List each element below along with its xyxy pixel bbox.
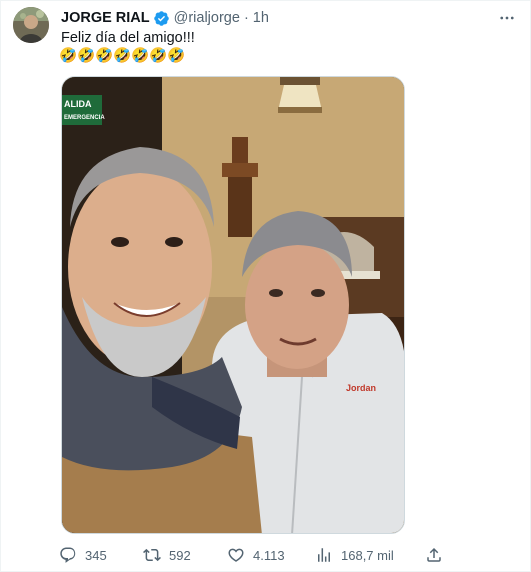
retweet-button[interactable]: 592 bbox=[143, 542, 191, 568]
header-separator: · bbox=[243, 10, 249, 26]
rofl-emoji: 🤣 bbox=[59, 48, 78, 64]
reply-button[interactable]: 345 bbox=[59, 542, 107, 568]
tweet-emoji-row: 🤣 🤣 🤣 🤣 🤣 🤣 🤣 bbox=[59, 47, 186, 64]
retweet-icon bbox=[143, 546, 161, 564]
tweet-actions-bar: 345 592 4.113 168,7 mil bbox=[59, 542, 449, 568]
exit-sign-subtext: EMERGENCIA bbox=[64, 115, 105, 121]
tweet-text: Feliz día del amigo!!! bbox=[61, 30, 195, 46]
like-count: 4.113 bbox=[253, 547, 285, 563]
rofl-emoji: 🤣 bbox=[77, 48, 96, 64]
tweet-media-photo[interactable]: ALIDA EMERGENCIA Jordan bbox=[61, 76, 405, 534]
more-options-icon[interactable] bbox=[496, 7, 518, 29]
like-button[interactable]: 4.113 bbox=[227, 542, 285, 568]
share-icon bbox=[425, 546, 443, 564]
verified-badge-icon bbox=[153, 10, 170, 27]
views-button[interactable]: 168,7 mil bbox=[315, 542, 394, 568]
author-avatar[interactable] bbox=[13, 7, 49, 43]
heart-icon bbox=[227, 546, 245, 564]
share-button[interactable] bbox=[425, 542, 451, 568]
author-handle[interactable]: @rialjorge bbox=[174, 9, 240, 27]
tweet-card[interactable]: JORGE RIAL @rialjorge · 1h Feliz día del… bbox=[0, 0, 531, 572]
rofl-emoji: 🤣 bbox=[95, 48, 114, 64]
tweet-timestamp[interactable]: 1h bbox=[253, 9, 269, 27]
author-name[interactable]: JORGE RIAL bbox=[61, 9, 150, 27]
rofl-emoji: 🤣 bbox=[149, 48, 168, 64]
tweet-header: JORGE RIAL @rialjorge · 1h bbox=[61, 9, 269, 27]
views-count: 168,7 mil bbox=[341, 547, 394, 563]
jersey-logo-text: Jordan bbox=[346, 383, 376, 393]
exit-sign-text: ALIDA bbox=[64, 99, 92, 109]
rofl-emoji: 🤣 bbox=[167, 48, 186, 64]
reply-icon bbox=[59, 546, 77, 564]
reply-count: 345 bbox=[85, 547, 107, 563]
rofl-emoji: 🤣 bbox=[131, 48, 150, 64]
rofl-emoji: 🤣 bbox=[113, 48, 132, 64]
retweet-count: 592 bbox=[169, 547, 191, 563]
analytics-icon bbox=[315, 546, 333, 564]
